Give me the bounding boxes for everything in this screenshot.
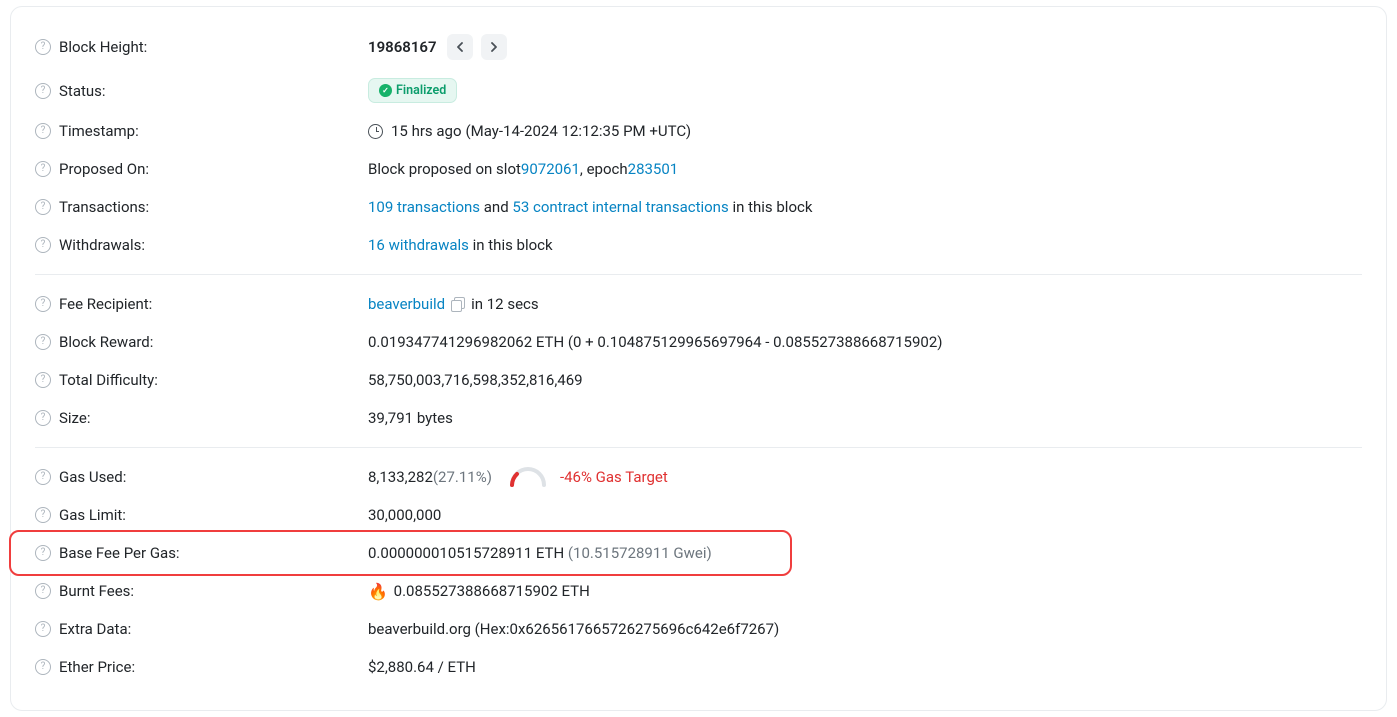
internal-transactions-link[interactable]: 53 contract internal transactions <box>512 198 728 216</box>
fee-recipient-suffix: in 12 secs <box>471 295 539 313</box>
row-fee-recipient: Fee Recipient: beaverbuild in 12 secs <box>35 285 1362 323</box>
help-icon[interactable] <box>35 410 51 426</box>
row-ether-price: Ether Price: $2,880.64 / ETH <box>35 648 1362 686</box>
status-badge-text: Finalized <box>396 83 446 98</box>
row-base-fee: Base Fee Per Gas: 0.000000010515728911 E… <box>35 534 1362 572</box>
help-icon[interactable] <box>35 334 51 350</box>
row-gas-limit: Gas Limit: 30,000,000 <box>35 496 1362 534</box>
transactions-suffix: in this block <box>729 198 813 216</box>
ether-price-value: $2,880.64 / ETH <box>368 658 476 676</box>
transactions-and: and <box>480 198 512 216</box>
size-value: 39,791 bytes <box>368 409 453 427</box>
fire-icon: 🔥 <box>368 582 388 601</box>
withdrawals-link[interactable]: 16 withdrawals <box>368 236 469 254</box>
help-icon[interactable] <box>35 469 51 485</box>
label-base-fee: Base Fee Per Gas: <box>59 544 180 562</box>
row-total-difficulty: Total Difficulty: 58,750,003,716,598,352… <box>35 361 1362 399</box>
help-icon[interactable] <box>35 161 51 177</box>
check-circle-icon <box>379 84 392 97</box>
gauge-icon <box>508 467 548 487</box>
row-transactions: Transactions: 109 transactions and 53 co… <box>35 188 1362 226</box>
timestamp-absolute: (May-14-2024 12:12:35 PM +UTC) <box>466 122 692 140</box>
copy-icon[interactable] <box>451 297 465 311</box>
row-gas-used: Gas Used: 8,133,282 (27.11%) -46% Gas Ta… <box>35 458 1362 496</box>
gas-used-value: 8,133,282 <box>368 468 433 486</box>
slot-link[interactable]: 9072061 <box>521 160 580 178</box>
clock-icon <box>368 124 383 139</box>
help-icon[interactable] <box>35 372 51 388</box>
help-icon[interactable] <box>35 199 51 215</box>
base-fee-eth: 0.000000010515728911 ETH <box>368 544 564 562</box>
extra-data-value: beaverbuild.org (Hex:0x62656176657262756… <box>368 620 779 638</box>
proposed-mid: , epoch <box>580 160 628 178</box>
fee-recipient-link[interactable]: beaverbuild <box>368 295 445 313</box>
block-details-card: Block Height: 19868167 Status: Finalized <box>10 6 1387 711</box>
help-icon[interactable] <box>35 583 51 599</box>
label-burnt-fees: Burnt Fees: <box>59 582 134 600</box>
label-block-reward: Block Reward: <box>59 333 153 351</box>
timestamp-relative: 15 hrs ago <box>391 122 462 140</box>
withdrawals-suffix: in this block <box>469 236 553 254</box>
burnt-fees-value: 0.085527388668715902 ETH <box>390 582 590 600</box>
base-fee-gwei: (10.515728911 Gwei) <box>564 544 712 562</box>
row-size: Size: 39,791 bytes <box>35 399 1362 437</box>
proposed-prefix: Block proposed on slot <box>368 160 521 178</box>
row-extra-data: Extra Data: beaverbuild.org (Hex:0x62656… <box>35 610 1362 648</box>
total-difficulty-value: 58,750,003,716,598,352,816,469 <box>368 371 583 389</box>
label-gas-limit: Gas Limit: <box>59 506 126 524</box>
help-icon[interactable] <box>35 83 51 99</box>
block-height-value: 19868167 <box>368 38 437 56</box>
chevron-left-icon <box>456 42 464 52</box>
help-icon[interactable] <box>35 39 51 55</box>
help-icon[interactable] <box>35 237 51 253</box>
label-transactions: Transactions: <box>59 198 149 216</box>
label-block-height: Block Height: <box>59 38 147 56</box>
prev-block-button[interactable] <box>447 34 473 60</box>
help-icon[interactable] <box>35 621 51 637</box>
help-icon[interactable] <box>35 545 51 561</box>
transactions-link[interactable]: 109 transactions <box>368 198 480 216</box>
block-reward-value: 0.019347741296982062 ETH (0 + 0.10487512… <box>368 333 942 351</box>
gas-used-pct: (27.11%) <box>433 468 492 486</box>
row-proposed-on: Proposed On: Block proposed on slot 9072… <box>35 150 1362 188</box>
help-icon[interactable] <box>35 296 51 312</box>
label-total-difficulty: Total Difficulty: <box>59 371 158 389</box>
label-fee-recipient: Fee Recipient: <box>59 295 152 313</box>
epoch-link[interactable]: 283501 <box>628 160 679 178</box>
gas-limit-value: 30,000,000 <box>368 506 441 524</box>
row-burnt-fees: Burnt Fees: 🔥 0.085527388668715902 ETH <box>35 572 1362 610</box>
next-block-button[interactable] <box>481 34 507 60</box>
help-icon[interactable] <box>35 123 51 139</box>
row-block-height: Block Height: 19868167 <box>35 25 1362 69</box>
label-ether-price: Ether Price: <box>59 658 135 676</box>
row-withdrawals: Withdrawals: 16 withdrawals in this bloc… <box>35 226 1362 264</box>
chevron-right-icon <box>490 42 498 52</box>
row-status: Status: Finalized <box>35 69 1362 112</box>
gas-target: -46% Gas Target <box>560 468 668 486</box>
help-icon[interactable] <box>35 659 51 675</box>
label-withdrawals: Withdrawals: <box>59 236 145 254</box>
row-timestamp: Timestamp: 15 hrs ago (May-14-2024 12:12… <box>35 112 1362 150</box>
label-size: Size: <box>59 409 90 427</box>
help-icon[interactable] <box>35 507 51 523</box>
divider <box>35 274 1362 275</box>
label-extra-data: Extra Data: <box>59 620 131 638</box>
divider <box>35 447 1362 448</box>
status-badge: Finalized <box>368 78 457 103</box>
label-gas-used: Gas Used: <box>59 468 126 486</box>
row-block-reward: Block Reward: 0.019347741296982062 ETH (… <box>35 323 1362 361</box>
label-timestamp: Timestamp: <box>59 122 139 140</box>
label-proposed-on: Proposed On: <box>59 160 149 178</box>
label-status: Status: <box>59 82 106 100</box>
